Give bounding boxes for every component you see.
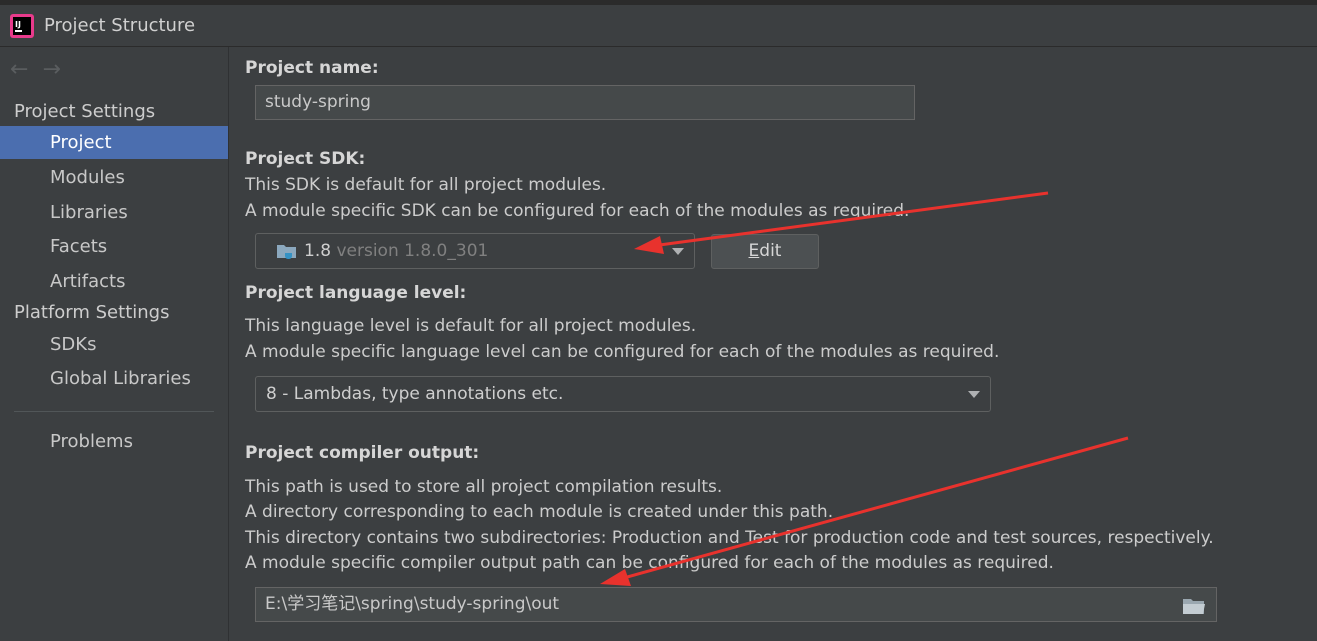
back-arrow-icon[interactable]: ←: [10, 57, 42, 82]
compiler-output-path-input[interactable]: E:\学习笔记\spring\study-spring\out: [255, 587, 1217, 622]
compiler-output-label: Project compiler output:: [245, 443, 480, 463]
dropdown-caret-icon: [672, 248, 684, 255]
sidebar-item-label: SDKs: [50, 334, 97, 355]
edit-label-rest: dit: [759, 241, 782, 261]
compiler-output-desc-4: A module specific compiler output path c…: [245, 553, 1054, 573]
svg-text:IJ: IJ: [15, 20, 21, 29]
compiler-output-desc-3: This directory contains two subdirectori…: [245, 528, 1214, 548]
nav-arrows: ←→: [10, 57, 75, 82]
sidebar-item-artifacts[interactable]: Artifacts: [0, 265, 228, 298]
language-level-label: Project language level:: [245, 283, 467, 303]
jdk-folder-icon: [277, 245, 296, 259]
window-title: Project Structure: [44, 15, 196, 36]
sidebar-item-problems[interactable]: Problems: [0, 425, 228, 458]
window-top-strip: [0, 0, 1317, 5]
project-name-label: Project name:: [245, 58, 379, 78]
section-platform-settings: Platform Settings: [14, 302, 170, 323]
compiler-output-path-value: E:\学习笔记\spring\study-spring\out: [265, 594, 560, 614]
sidebar-item-facets[interactable]: Facets: [0, 230, 228, 263]
title-bar: IJ Project Structure: [0, 0, 1317, 47]
edit-mnemonic: E: [748, 241, 760, 261]
sidebar: ←→ Project Settings Project Modules Libr…: [0, 47, 229, 641]
sidebar-item-label: Project: [50, 132, 112, 153]
sidebar-item-label: Artifacts: [50, 271, 126, 292]
project-name-input[interactable]: study-spring: [255, 85, 915, 120]
project-name-value: study-spring: [265, 92, 371, 112]
language-level-value: 8 - Lambdas, type annotations etc.: [266, 384, 564, 404]
language-level-dropdown[interactable]: 8 - Lambdas, type annotations etc.: [255, 376, 991, 412]
language-level-desc-1: This language level is default for all p…: [245, 316, 697, 336]
project-sdk-label: Project SDK:: [245, 149, 366, 169]
sidebar-item-label: Modules: [50, 167, 125, 188]
forward-arrow-icon[interactable]: →: [42, 57, 74, 82]
project-sdk-dropdown[interactable]: 1.8 version 1.8.0_301: [255, 233, 695, 269]
browse-folder-icon[interactable]: [1182, 597, 1206, 615]
sidebar-item-sdks[interactable]: SDKs: [0, 328, 228, 361]
sidebar-item-libraries[interactable]: Libraries: [0, 196, 228, 229]
sidebar-item-modules[interactable]: Modules: [0, 161, 228, 194]
sidebar-item-project[interactable]: Project: [0, 126, 228, 159]
intellij-icon: IJ: [10, 14, 34, 38]
dropdown-caret-icon: [968, 391, 980, 398]
edit-sdk-button[interactable]: Edit: [711, 234, 819, 269]
compiler-output-desc-1: This path is used to store all project c…: [245, 477, 723, 497]
project-sdk-desc-1: This SDK is default for all project modu…: [245, 175, 607, 195]
project-settings-panel: Project name: study-spring Project SDK: …: [229, 47, 1317, 641]
sidebar-item-label: Libraries: [50, 202, 128, 223]
sidebar-item-global-libraries[interactable]: Global Libraries: [0, 362, 228, 395]
sidebar-item-label: Problems: [50, 431, 133, 452]
sdk-version: version 1.8.0_301: [336, 241, 489, 261]
sidebar-item-label: Global Libraries: [50, 368, 191, 389]
sidebar-item-label: Facets: [50, 236, 108, 257]
section-project-settings: Project Settings: [14, 101, 156, 122]
compiler-output-desc-2: A directory corresponding to each module…: [245, 502, 834, 522]
project-sdk-desc-2: A module specific SDK can be configured …: [245, 201, 910, 221]
language-level-desc-2: A module specific language level can be …: [245, 342, 1000, 362]
sidebar-divider: [14, 411, 214, 412]
sdk-name: 1.8: [304, 241, 332, 261]
